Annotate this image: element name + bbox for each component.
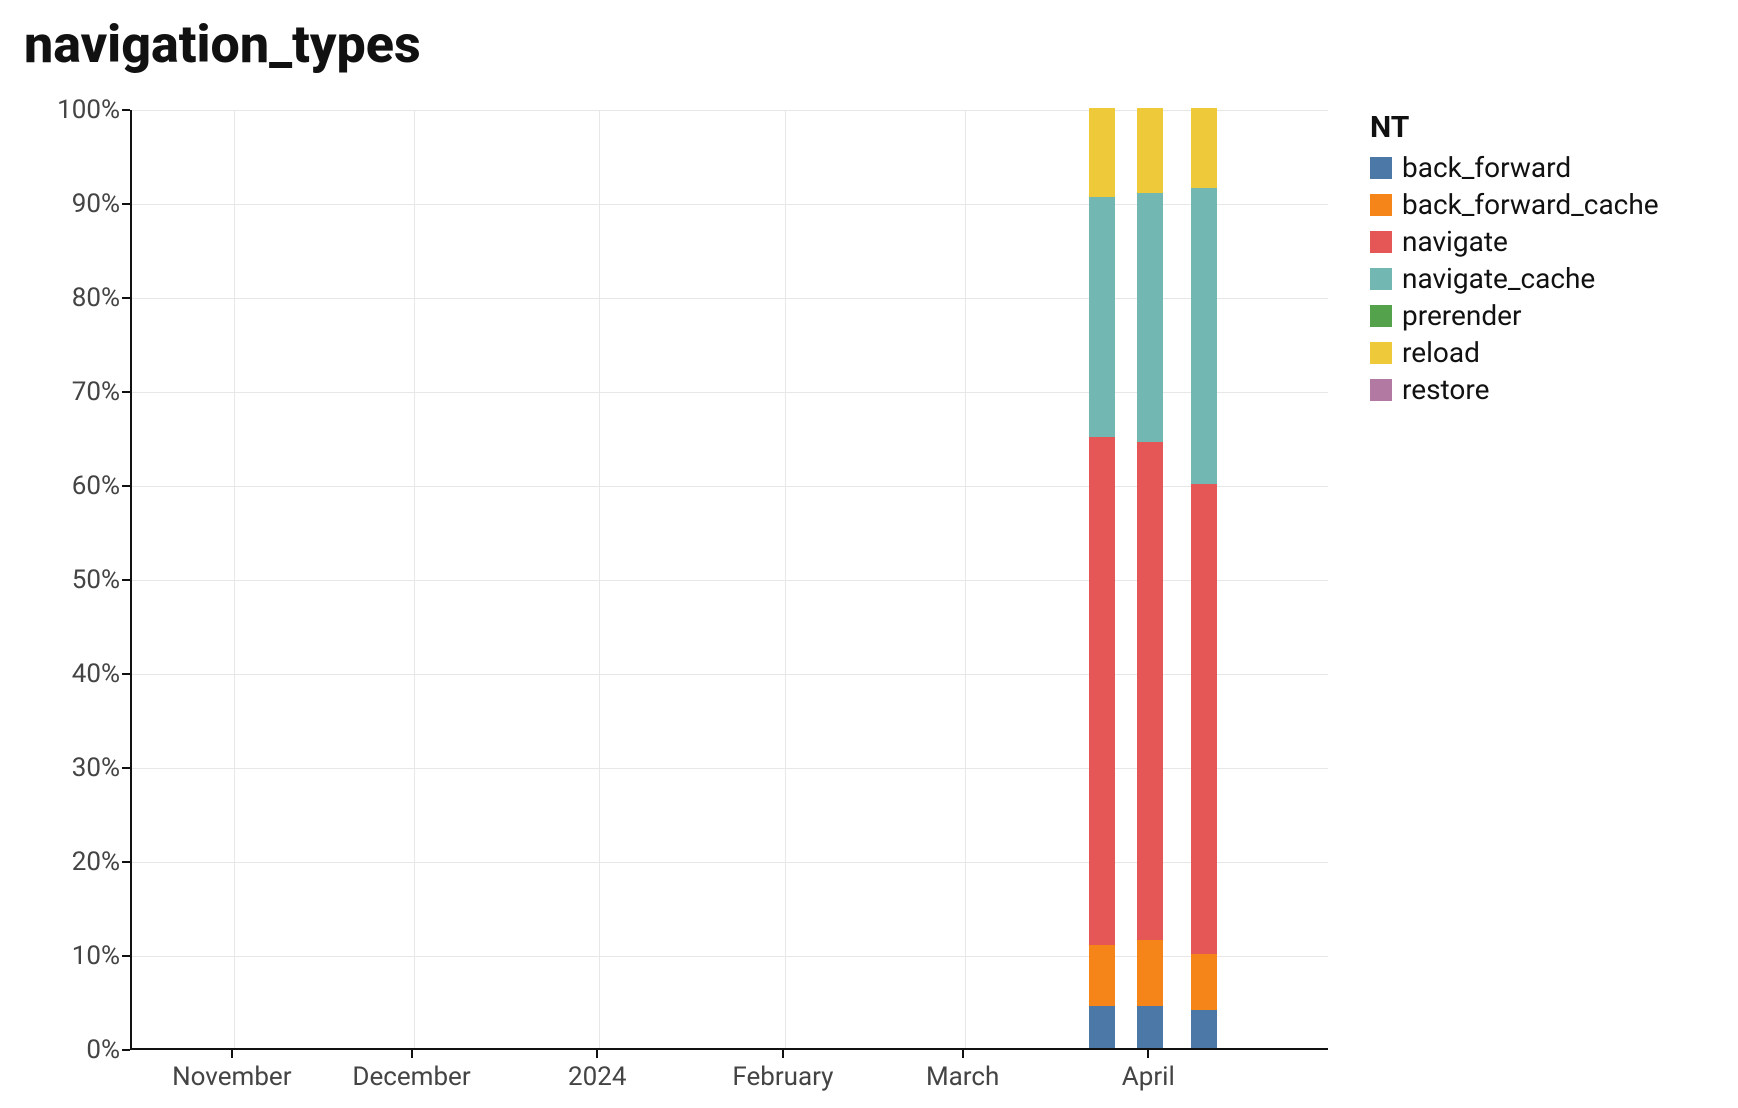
y-tick-mark	[122, 673, 130, 675]
bar-segment-navigate	[1191, 484, 1217, 954]
y-tick-mark	[122, 579, 130, 581]
bar-segment-navigate	[1089, 437, 1115, 945]
legend-item-back_forward_cache[interactable]: back_forward_cache	[1370, 188, 1659, 221]
bar-segment-navigate	[1137, 442, 1163, 940]
gridline-vertical	[414, 110, 415, 1048]
legend: NT back_forward back_forward_cachenavigat…	[1370, 110, 1659, 410]
bar-segment-back_forward_cache	[1089, 945, 1115, 1006]
y-tick-label: 30%	[10, 753, 120, 783]
bar	[1137, 108, 1163, 1048]
x-tick-mark	[411, 1050, 413, 1058]
x-tick-mark	[1147, 1050, 1149, 1058]
x-tick-mark	[962, 1050, 964, 1058]
legend-swatch	[1370, 231, 1392, 253]
legend-swatch	[1370, 268, 1392, 290]
y-tick-mark	[122, 767, 130, 769]
y-tick-mark	[122, 203, 130, 205]
bar-segment-back_forward	[1089, 1006, 1115, 1048]
y-tick-label: 50%	[10, 565, 120, 595]
x-tick-label: March	[926, 1062, 999, 1092]
y-tick-label: 100%	[10, 95, 120, 125]
legend-item-restore[interactable]: restore	[1370, 373, 1659, 406]
bar-segment-navigate_cache	[1137, 193, 1163, 442]
legend-label: back_forward_cache	[1402, 188, 1659, 221]
y-tick-label: 10%	[10, 941, 120, 971]
y-tick-mark	[122, 1049, 130, 1051]
y-tick-mark	[122, 109, 130, 111]
y-tick-mark	[122, 485, 130, 487]
x-tick-label: December	[352, 1062, 470, 1092]
legend-swatch	[1370, 157, 1392, 179]
y-tick-mark	[122, 861, 130, 863]
x-tick-label: November	[172, 1062, 291, 1092]
legend-item-navigate_cache[interactable]: navigate_cache	[1370, 262, 1659, 295]
gridline-vertical	[785, 110, 786, 1048]
bar-segment-back_forward	[1191, 1010, 1217, 1048]
y-tick-label: 40%	[10, 659, 120, 689]
legend-label: reload	[1402, 336, 1480, 369]
y-tick-mark	[122, 391, 130, 393]
y-tick-label: 70%	[10, 377, 120, 407]
legend-swatch	[1370, 342, 1392, 364]
legend-label: navigate	[1402, 225, 1508, 258]
y-tick-label: 60%	[10, 471, 120, 501]
bar-segment-back_forward_cache	[1191, 954, 1217, 1010]
bar-segment-navigate_cache	[1191, 188, 1217, 484]
legend-swatch	[1370, 194, 1392, 216]
legend-label: navigate_cache	[1402, 262, 1595, 295]
y-tick-mark	[122, 955, 130, 957]
y-tick-label: 0%	[10, 1035, 120, 1065]
y-tick-mark	[122, 297, 130, 299]
x-tick-mark	[596, 1050, 598, 1058]
x-tick-mark	[231, 1050, 233, 1058]
gridline-vertical	[234, 110, 235, 1048]
bar-segment-back_forward	[1137, 1006, 1163, 1048]
bar-segment-reload	[1137, 108, 1163, 193]
legend-item-prerender[interactable]: prerender	[1370, 299, 1659, 332]
legend-swatch	[1370, 305, 1392, 327]
legend-label: back_forward	[1402, 151, 1571, 184]
bar-segment-reload	[1191, 108, 1217, 188]
legend-title: NT	[1370, 110, 1659, 145]
bar-segment-back_forward_cache	[1137, 940, 1163, 1006]
bar	[1089, 108, 1115, 1048]
y-tick-label: 90%	[10, 189, 120, 219]
gridline-vertical	[599, 110, 600, 1048]
bar-segment-reload	[1089, 108, 1115, 197]
legend-item-back_forward[interactable]: back_forward	[1370, 151, 1659, 184]
legend-swatch	[1370, 379, 1392, 401]
bar-segment-navigate_cache	[1089, 197, 1115, 437]
bar	[1191, 108, 1217, 1048]
chart-title: navigation_types	[24, 14, 421, 75]
legend-label: restore	[1402, 373, 1489, 406]
x-tick-label: April	[1122, 1062, 1175, 1092]
x-tick-label: 2024	[568, 1062, 626, 1092]
plot-area	[130, 110, 1328, 1050]
legend-item-navigate[interactable]: navigate	[1370, 225, 1659, 258]
y-tick-label: 80%	[10, 283, 120, 313]
legend-item-reload[interactable]: reload	[1370, 336, 1659, 369]
x-tick-label: February	[732, 1062, 833, 1092]
x-tick-mark	[782, 1050, 784, 1058]
y-tick-label: 20%	[10, 847, 120, 877]
legend-label: prerender	[1402, 299, 1521, 332]
gridline-vertical	[965, 110, 966, 1048]
